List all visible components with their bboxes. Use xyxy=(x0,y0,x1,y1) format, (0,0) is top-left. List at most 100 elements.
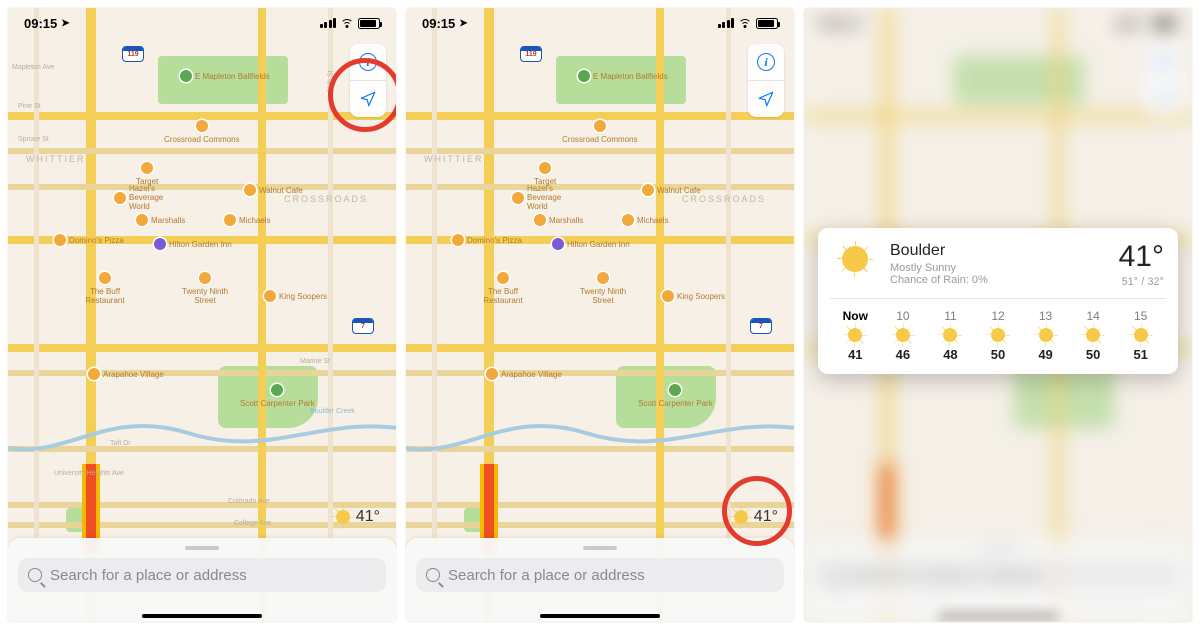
weather-badge[interactable]: 41° xyxy=(336,508,380,526)
poi-target[interactable]: Target xyxy=(136,162,158,186)
poi-mapleton-ballfields[interactable]: E Mapleton Ballfields xyxy=(180,70,270,82)
info-button[interactable]: i xyxy=(748,44,784,80)
sun-icon xyxy=(1086,328,1100,342)
info-icon: i xyxy=(757,53,775,71)
poi-scott-carpenter[interactable]: Scott Carpenter Park xyxy=(240,384,315,408)
poi-dominos[interactable]: Domino's Pizza xyxy=(452,234,522,246)
sun-icon xyxy=(896,328,910,342)
cellular-icon xyxy=(320,18,337,28)
search-icon xyxy=(28,568,42,582)
battery-icon xyxy=(358,18,380,29)
poi-arapahoe-village[interactable]: Arapahoe Village xyxy=(88,368,164,380)
street-mapleton: Mapleton Ave xyxy=(12,64,54,71)
poi-dominos[interactable]: Domino's Pizza xyxy=(54,234,124,246)
map-controls: i xyxy=(748,44,784,117)
location-arrow-icon xyxy=(757,90,775,108)
sun-icon xyxy=(848,328,862,342)
poi-marshalls[interactable]: Marshalls xyxy=(534,214,583,226)
phone-maps-weather-highlighted: 09:15 ➤ 119 7 WHITTIER CROSSROADS E Maple… xyxy=(406,8,794,622)
poi-hazels[interactable]: Hazel's Beverage World xyxy=(512,184,577,211)
search-sheet[interactable]: Search for a place or address xyxy=(8,538,396,622)
info-icon: i xyxy=(359,53,377,71)
poi-buff[interactable]: The Buff Restaurant xyxy=(474,272,532,305)
street-marine: Marine St xyxy=(300,358,330,365)
search-placeholder: Search for a place or address xyxy=(448,567,645,584)
wifi-icon xyxy=(340,18,354,28)
poi-michaels[interactable]: Michaels xyxy=(224,214,271,226)
poi-hilton[interactable]: Hilton Garden Inn xyxy=(154,238,232,250)
status-time: 09:15 xyxy=(422,16,455,31)
neighborhood-whittier: WHITTIER xyxy=(424,154,484,164)
weather-badge[interactable]: 41° xyxy=(734,508,778,526)
sheet-grabber[interactable] xyxy=(583,546,617,550)
weather-hi-lo: 51° / 32° xyxy=(1119,276,1164,288)
poi-scott-carpenter[interactable]: Scott Carpenter Park xyxy=(638,384,713,408)
map-canvas[interactable]: 119 7 WHITTIER CROSSROADS E Mapleton Bal… xyxy=(8,8,396,622)
route-shield-7: 7 xyxy=(352,318,374,334)
cellular-icon xyxy=(718,18,735,28)
weather-hours-row: Now 10 11 12 13 14 15 xyxy=(832,309,1164,323)
weather-icons-row xyxy=(832,323,1164,347)
status-time: 09:15 xyxy=(24,16,57,31)
poi-buff[interactable]: The Buff Restaurant xyxy=(76,272,134,305)
home-indicator[interactable] xyxy=(540,614,660,618)
locate-button[interactable] xyxy=(350,81,386,117)
weather-current-temp: 41° xyxy=(1119,242,1164,272)
poi-crossroad-commons[interactable]: Crossroad Commons xyxy=(562,120,638,144)
search-icon xyxy=(426,568,440,582)
street-taft: Taft Dr xyxy=(110,440,131,447)
street-30th: 30th St xyxy=(328,70,335,92)
map-controls: i xyxy=(350,44,386,117)
sun-icon xyxy=(1134,328,1148,342)
location-arrow-icon xyxy=(359,90,377,108)
wifi-icon xyxy=(738,18,752,28)
sun-icon xyxy=(842,246,868,272)
poi-michaels[interactable]: Michaels xyxy=(622,214,669,226)
street-college: College Ave xyxy=(234,520,271,527)
neighborhood-whittier: WHITTIER xyxy=(26,154,86,164)
home-indicator[interactable] xyxy=(142,614,262,618)
street-spruce: Spruce St xyxy=(18,136,49,143)
label-boulder-creek: Boulder Creek xyxy=(310,408,355,415)
poi-king-soopers[interactable]: King Soopers xyxy=(264,290,327,302)
weather-city: Boulder xyxy=(890,242,1107,260)
search-field[interactable]: Search for a place or address xyxy=(416,558,784,592)
location-services-icon: ➤ xyxy=(61,18,69,29)
route-shield-119: 119 xyxy=(122,46,144,62)
route-shield-119: 119 xyxy=(520,46,542,62)
street-pine: Pine St xyxy=(18,103,41,110)
sun-icon xyxy=(991,328,1005,342)
poi-target[interactable]: Target xyxy=(534,162,556,186)
street-univ-heights: University Heights Ave xyxy=(54,470,124,477)
street-colorado: Colorado Ave xyxy=(228,498,270,505)
location-services-icon: ➤ xyxy=(459,18,467,29)
poi-arapahoe-village[interactable]: Arapahoe Village xyxy=(486,368,562,380)
poi-29th-street[interactable]: Twenty Ninth Street xyxy=(176,272,234,305)
sheet-grabber[interactable] xyxy=(185,546,219,550)
map-canvas[interactable]: 119 7 WHITTIER CROSSROADS E Mapleton Bal… xyxy=(406,8,794,622)
poi-crossroad-commons[interactable]: Crossroad Commons xyxy=(164,120,240,144)
phone-maps-locate-highlighted: 09:15 ➤ xyxy=(8,8,396,622)
poi-mapleton-ballfields[interactable]: E Mapleton Ballfields xyxy=(578,70,668,82)
poi-hazels[interactable]: Hazel's Beverage World xyxy=(114,184,179,211)
phone-weather-popup: 09:15➤ i Search for a place or address B… xyxy=(804,8,1192,622)
poi-walnut-cafe[interactable]: Walnut Cafe xyxy=(642,184,701,196)
poi-hilton[interactable]: Hilton Garden Inn xyxy=(552,238,630,250)
locate-button[interactable] xyxy=(748,81,784,117)
weather-badge-temp: 41° xyxy=(356,508,380,526)
route-shield-7: 7 xyxy=(750,318,772,334)
search-sheet[interactable]: Search for a place or address xyxy=(406,538,794,622)
poi-marshalls[interactable]: Marshalls xyxy=(136,214,185,226)
search-field[interactable]: Search for a place or address xyxy=(18,558,386,592)
search-placeholder: Search for a place or address xyxy=(50,567,247,584)
poi-king-soopers[interactable]: King Soopers xyxy=(662,290,725,302)
info-button[interactable]: i xyxy=(350,44,386,80)
sun-icon xyxy=(336,510,350,524)
sun-icon xyxy=(734,510,748,524)
poi-29th-street[interactable]: Twenty Ninth Street xyxy=(574,272,632,305)
weather-card[interactable]: Boulder Mostly Sunny Chance of Rain: 0% … xyxy=(818,228,1178,374)
status-bar: 09:15 ➤ xyxy=(8,8,396,38)
weather-condition: Mostly Sunny xyxy=(890,262,1107,274)
poi-walnut-cafe[interactable]: Walnut Cafe xyxy=(244,184,303,196)
sun-icon xyxy=(1039,328,1053,342)
